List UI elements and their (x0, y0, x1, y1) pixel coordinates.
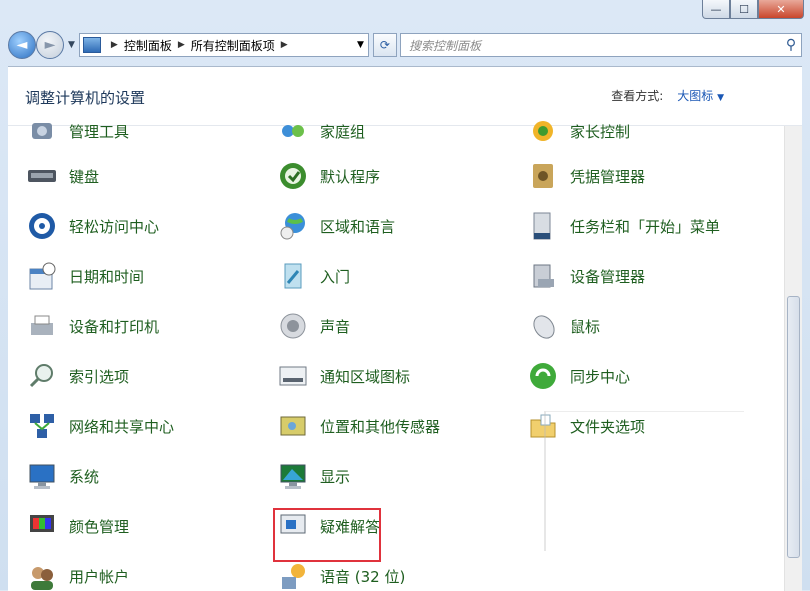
minimize-button[interactable]: — (702, 0, 730, 19)
item-devices-printers[interactable]: 设备和打印机 (25, 306, 159, 346)
content-pane: 调整计算机的设置 查看方式: 大图标 ▼ 管理工具 家庭组 家长控制 键盘 默认… (8, 66, 802, 591)
search-box[interactable]: 搜索控制面板 ⚲ (400, 33, 802, 57)
item-admin-tools[interactable]: 管理工具 (25, 111, 129, 151)
keyboard-icon (25, 159, 59, 193)
refresh-button[interactable]: ⟳ (372, 33, 397, 57)
recent-pages-dropdown[interactable]: ▼ (68, 40, 75, 50)
navigation-bar: ◄ ► ▼ ▶ 控制面板 ▶ 所有控制面板项 ▶ ▼ ⟳ 搜索控制面板 ⚲ (8, 30, 802, 60)
magnifier-icon (25, 359, 59, 393)
getting-started-icon (276, 259, 310, 293)
item-parental-controls[interactable]: 家长控制 (526, 111, 630, 151)
breadcrumb-control-panel[interactable]: 控制面板 (124, 37, 172, 54)
user-accounts-icon (25, 559, 59, 591)
device-manager-icon (526, 259, 560, 293)
item-location-sensors[interactable]: 位置和其他传感器 (276, 406, 440, 446)
view-by: 查看方式: 大图标 ▼ (611, 87, 724, 104)
item-network-sharing-center[interactable]: 网络和共享中心 (25, 406, 174, 446)
item-color-management[interactable]: 颜色管理 (25, 506, 129, 546)
forward-button[interactable]: ► (36, 31, 64, 59)
scrollbar-thumb[interactable] (787, 296, 800, 558)
sensor-icon (276, 409, 310, 443)
mouse-icon (526, 309, 560, 343)
sync-icon (526, 359, 560, 393)
item-homegroup[interactable]: 家庭组 (276, 111, 365, 151)
item-notification-area-icons[interactable]: 通知区域图标 (276, 356, 410, 396)
item-getting-started[interactable]: 入门 (276, 256, 350, 296)
admin-tools-icon (25, 114, 59, 148)
system-monitor-icon (25, 459, 59, 493)
view-by-dropdown[interactable]: 大图标 ▼ (677, 87, 724, 104)
breadcrumb-all-items[interactable]: 所有控制面板项 (191, 37, 275, 54)
display-highlight-box (273, 508, 381, 562)
background-watermark (544, 411, 744, 551)
page-title: 调整计算机的设置 (25, 89, 146, 107)
notification-area-icon (276, 359, 310, 393)
maximize-button[interactable]: ☐ (730, 0, 758, 19)
credential-manager-icon (526, 159, 560, 193)
calendar-clock-icon (25, 259, 59, 293)
item-region-language[interactable]: 区域和语言 (276, 206, 395, 246)
item-date-time[interactable]: 日期和时间 (25, 256, 144, 296)
taskbar-icon (526, 209, 560, 243)
search-input[interactable]: 搜索控制面板 (401, 37, 781, 54)
default-programs-icon (276, 159, 310, 193)
address-dropdown-icon[interactable]: ▼ (357, 40, 364, 50)
parental-controls-icon (526, 114, 560, 148)
item-keyboard[interactable]: 键盘 (25, 156, 99, 196)
item-default-programs[interactable]: 默认程序 (276, 156, 380, 196)
search-icon[interactable]: ⚲ (781, 37, 801, 53)
back-button[interactable]: ◄ (8, 31, 36, 59)
network-icon (25, 409, 59, 443)
breadcrumb-separator[interactable]: ▶ (178, 40, 185, 50)
item-sound[interactable]: 声音 (276, 306, 350, 346)
address-bar[interactable]: ▶ 控制面板 ▶ 所有控制面板项 ▶ ▼ (78, 33, 369, 57)
item-ease-of-access[interactable]: 轻松访问中心 (25, 206, 159, 246)
speech-icon (276, 559, 310, 591)
item-credential-manager[interactable]: 凭据管理器 (526, 156, 645, 196)
display-monitor-icon (276, 459, 310, 493)
item-system[interactable]: 系统 (25, 456, 99, 496)
control-panel-icon (82, 37, 101, 53)
item-mouse[interactable]: 鼠标 (526, 306, 600, 346)
item-user-accounts[interactable]: 用户帐户 (25, 556, 129, 591)
item-taskbar-start-menu[interactable]: 任务栏和「开始」菜单 (526, 206, 720, 246)
homegroup-icon (276, 114, 310, 148)
item-display[interactable]: 显示 (276, 456, 350, 496)
item-device-manager[interactable]: 设备管理器 (526, 256, 645, 296)
breadcrumb-separator[interactable]: ▶ (111, 40, 118, 50)
item-sync-center[interactable]: 同步中心 (526, 356, 630, 396)
caption-buttons: — ☐ ✕ (702, 0, 804, 19)
item-indexing-options[interactable]: 索引选项 (25, 356, 129, 396)
control-panel-window: — ☐ ✕ ◄ ► ▼ ▶ 控制面板 ▶ 所有控制面板项 ▶ ▼ ⟳ 搜索控制面… (0, 0, 810, 591)
breadcrumb-separator[interactable]: ▶ (281, 40, 288, 50)
view-by-label: 查看方式: (611, 89, 664, 103)
color-management-icon (25, 509, 59, 543)
speaker-icon (276, 309, 310, 343)
ease-of-access-icon (25, 209, 59, 243)
printer-icon (25, 309, 59, 343)
vertical-scrollbar[interactable] (784, 126, 802, 591)
close-button[interactable]: ✕ (758, 0, 804, 19)
globe-clock-icon (276, 209, 310, 243)
control-panel-items: 管理工具 家庭组 家长控制 键盘 默认程序 凭据管理器 轻松访问中心 区域和语言… (8, 121, 784, 591)
